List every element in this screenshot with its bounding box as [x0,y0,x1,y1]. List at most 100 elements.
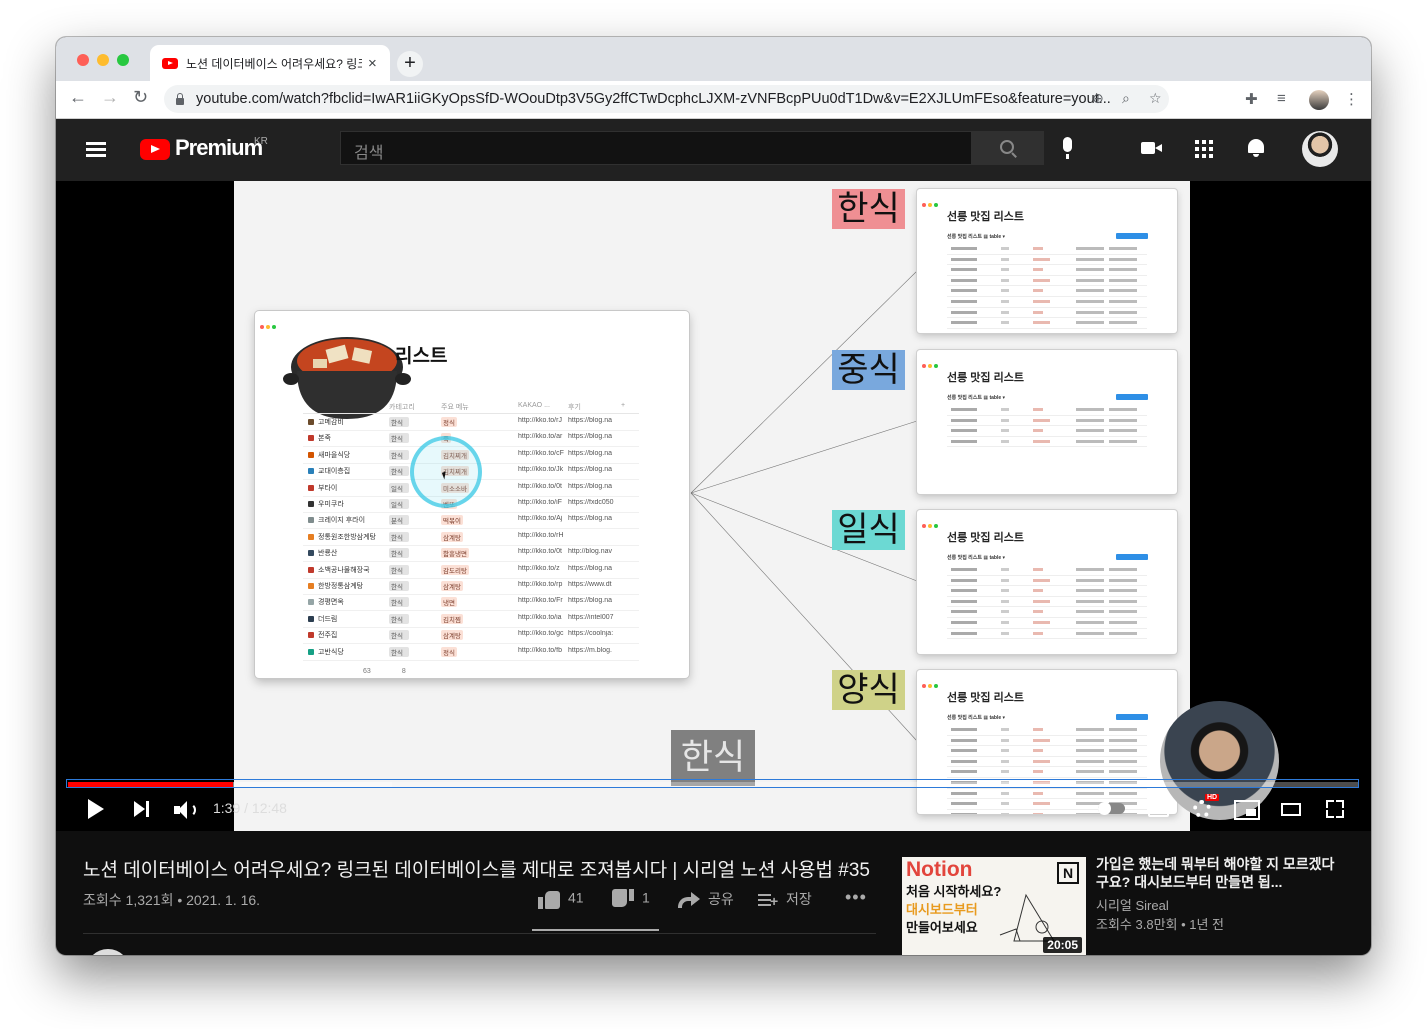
mini-table-row [947,286,1147,297]
play-button[interactable] [88,799,104,819]
category-tag: 한식 [389,613,409,624]
close-window-button[interactable] [77,54,89,66]
table-row: 정통원조한방삼계탕 한식 삼계탕 http://kko.to/rH [303,529,639,546]
video-frame[interactable]: 리스트 카테고리 주요 메뉴 KAKAO ... 후기 + 고메감비 한식 정식 ht… [234,181,1190,831]
tab-close-icon[interactable]: × [368,55,377,72]
recommended-thumbnail[interactable]: Notion N 처음 시작하세요? 대시보드부터 만들어보세요 20:05 [902,857,1086,955]
settings-gear-icon[interactable] [1193,800,1211,818]
row-emoji-icon [308,419,314,425]
video-player[interactable]: 리스트 카테고리 주요 메뉴 KAKAO ... 후기 + 고메감비 한식 정식 ht… [56,181,1371,831]
apps-grid-icon[interactable] [1195,140,1213,158]
url-text[interactable]: youtube.com/watch?fbclid=IwAR1iiGKyOpsSf… [196,91,1126,107]
row-emoji-icon [308,451,314,458]
autoplay-toggle[interactable] [1098,802,1125,815]
kakao-link: http://kko.to/cF [518,449,564,457]
new-button [1116,394,1148,400]
table-header: 카테고리 주요 메뉴 KAKAO ... 후기 + [303,399,639,414]
window-dots-icon [922,675,940,693]
kakao-link: http://kko.to/rp [518,581,563,588]
category-tag: 한식 [389,548,409,559]
review-link: http://blog.nav [568,548,612,556]
fullscreen-button[interactable] [1326,800,1344,818]
video-title: 노션 데이터베이스 어려우세요? 링크된 데이터베이스를 제대로 조져봅시다 |… [83,860,870,881]
mini-table-row [947,607,1147,618]
recommended-channel[interactable]: 시리얼 Sireal [1096,895,1169,914]
like-button[interactable]: 41 [538,889,584,909]
review-link: https://blog.na [568,515,612,523]
channel-avatar[interactable] [86,949,130,955]
save-button[interactable]: 저장 [758,889,812,909]
row-emoji-icon [308,517,314,524]
category-tag: 한식 [389,449,409,460]
mini-table-row [947,629,1147,640]
youtube-premium-wordmark[interactable]: Premium [175,135,263,161]
linked-database-card: 선릉 맛집 리스트 선릉 맛집 리스트 ▦ table ▾ [917,189,1177,333]
subtitles-button[interactable] [1148,801,1169,817]
search-placeholder: 검색 [354,145,384,162]
search-button[interactable] [972,131,1044,165]
focus-outline [66,779,1359,788]
kakao-link: http://kko.to/rH [518,531,564,539]
menu-tag: 삼계탕 [441,630,463,641]
account-avatar[interactable] [1302,131,1338,167]
browser-tab[interactable]: 노션 데이터베이스 어려우세요? 링크 × [150,45,390,81]
row-emoji-icon [308,615,314,622]
review-link: https://blog.na [568,433,612,441]
notifications-bell-icon[interactable] [1248,139,1264,157]
browser-profile-avatar[interactable] [1309,90,1329,110]
next-button[interactable] [134,801,150,817]
review-link: https://m.blog. [568,646,612,654]
browser-menu-icon[interactable]: ⋮ [1344,90,1359,108]
category-tag: 한식 [389,581,409,591]
search-input[interactable]: 검색 [340,131,972,165]
forward-button[interactable]: → [101,87,119,108]
microphone-icon[interactable] [1063,137,1072,159]
volume-button[interactable] [174,801,198,819]
linked-database-card: 선릉 맛집 리스트 선릉 맛집 리스트 ▦ table ▾ [917,510,1177,654]
linked-database-card: 선릉 맛집 리스트 선릉 맛집 리스트 ▦ table ▾ [917,670,1177,814]
category-tag: 분식 [389,515,409,526]
address-bar[interactable]: youtube.com/watch?fbclid=IwAR1iiGKyOpsSf… [164,85,1169,113]
new-button [1116,554,1148,560]
install-icon[interactable]: ⊕ [1092,90,1104,107]
theater-mode-button[interactable] [1281,803,1301,816]
bookmark-star-icon[interactable]: ☆ [1149,90,1162,107]
mini-table-row [947,405,1147,416]
maximize-window-button[interactable] [117,54,129,66]
thumbnail-text: 처음 시작하세요? [906,884,1002,899]
mini-card-view: 선릉 맛집 리스트 ▦ table ▾ [947,395,1006,401]
recommended-title[interactable]: 가입은 했는데 뭐부터 해야할 지 모르겠다구요? 대시보드부터 만들면 됩..… [1096,855,1336,891]
share-button[interactable]: 공유 [678,889,734,909]
review-link: https://fxdc050: [568,499,614,506]
table-row: 소백공나물해장국 한식 감도리탕 http://kko.to/z https://blo… [303,562,639,579]
window-dots-icon [922,355,940,373]
zoom-icon[interactable]: ⌕ [1122,90,1130,107]
restaurant-name: 부타이 [318,484,338,492]
new-tab-button[interactable]: + [397,51,423,77]
youtube-logo-icon[interactable] [140,139,170,160]
reload-button[interactable]: ↻ [133,87,148,108]
kakao-link: http://kko.to/Aj [518,515,563,523]
notion-logo-icon: N [1057,862,1079,884]
dislike-button[interactable]: 1 [612,889,650,909]
lock-icon [176,92,184,105]
label-japanese: 일식 [832,510,905,550]
create-video-icon[interactable] [1141,142,1162,154]
table-row: 경평면옥 한식 냉면 http://kko.to/Fr https://blog.na [303,594,639,612]
restaurant-name: 반룡산 [318,550,338,558]
table-row: 고메감비 한식 정식 http://kko.to/rJ https://blog.na [303,414,639,431]
mini-table-row [947,597,1147,608]
miniplayer-button[interactable] [1234,800,1260,820]
menu-tag: 떡볶이 [441,515,463,526]
row-emoji-icon [308,550,314,557]
minimize-window-button[interactable] [97,54,109,66]
extensions-icon[interactable]: ✚ [1245,90,1258,108]
table-row: 우미쿠라 일식 벤또 http://kko.to/iF https://fxdc050: [303,496,639,513]
back-button[interactable]: ← [69,87,87,108]
reading-list-icon[interactable]: ≡ [1277,90,1286,107]
more-actions-icon[interactable]: ••• [845,887,867,908]
window-dots-icon [922,194,940,212]
table-row: 고반식당 한식 정식 http://kko.to/fb https://m.blog. [303,644,639,661]
category-tag: 일식 [389,499,409,509]
menu-icon[interactable] [86,142,106,158]
